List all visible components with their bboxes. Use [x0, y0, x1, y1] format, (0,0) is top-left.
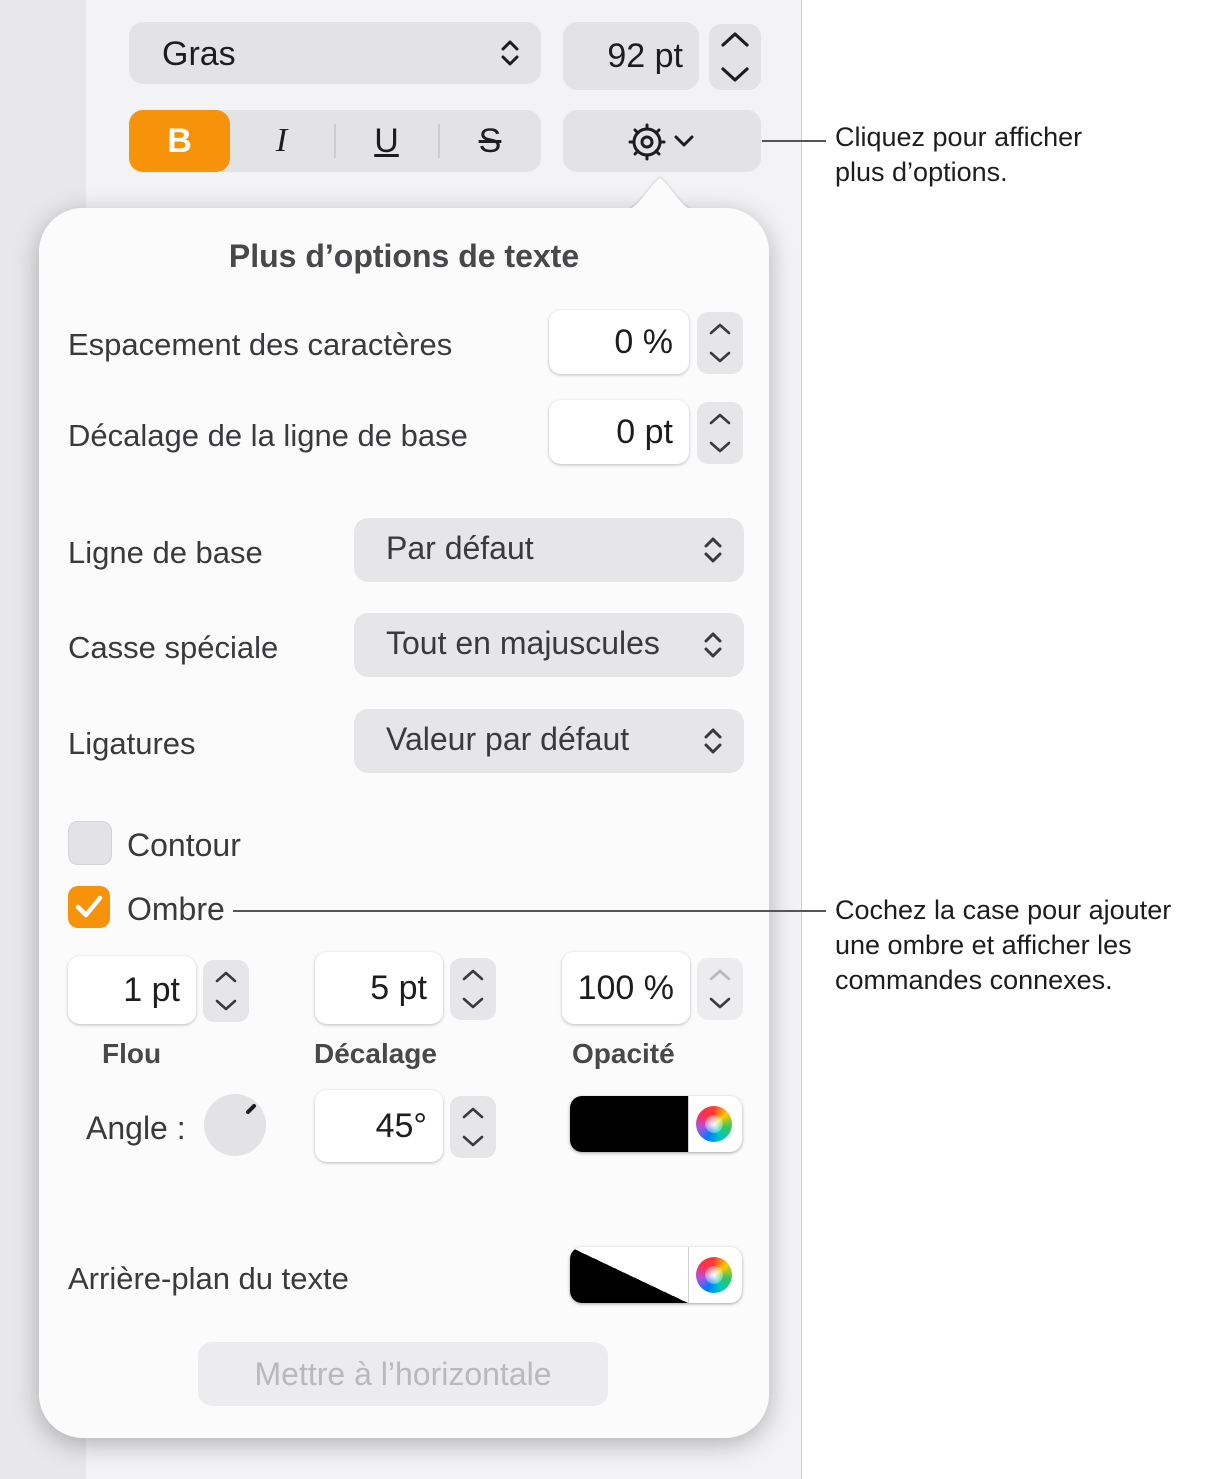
- color-wheel-icon[interactable]: [696, 1257, 732, 1293]
- baseline-shift-stepper[interactable]: [697, 402, 743, 464]
- outline-label: Contour: [127, 827, 241, 863]
- underline-label: U: [374, 121, 399, 160]
- chevron-down-icon: [673, 134, 695, 153]
- shadow-opacity-field[interactable]: 100 %: [562, 952, 690, 1024]
- special-case-value: Tout en majuscules: [386, 625, 660, 661]
- outline-checkbox[interactable]: [68, 821, 112, 865]
- special-case-label: Casse spéciale: [68, 630, 279, 665]
- straighten-button-label: Mettre à l’horizontale: [254, 1356, 552, 1392]
- strikethrough-button[interactable]: S: [439, 110, 541, 172]
- shadow-blur-stepper[interactable]: [203, 960, 249, 1022]
- bold-label: B: [167, 121, 192, 160]
- underline-button[interactable]: U: [335, 110, 438, 172]
- updown-chevron-icon: [702, 628, 724, 662]
- font-size-field[interactable]: 92 pt: [563, 22, 699, 90]
- shadow-blur-label: Flou: [102, 1038, 162, 1069]
- no-fill-swatch[interactable]: [570, 1247, 688, 1303]
- callout-line-shadow: [233, 910, 826, 912]
- color-wheel-icon[interactable]: [696, 1106, 732, 1142]
- char-spacing-value: 0 %: [614, 323, 673, 361]
- baseline-shift-value: 0 pt: [616, 413, 673, 451]
- baseline-value: Par défaut: [386, 530, 534, 566]
- gear-icon: [627, 122, 667, 162]
- shadow-offset-label: Décalage: [314, 1038, 437, 1069]
- font-style-popup[interactable]: Gras: [129, 22, 541, 84]
- shadow-opacity-stepper[interactable]: [697, 958, 743, 1020]
- baseline-shift-field[interactable]: 0 pt: [549, 400, 689, 464]
- shadow-blur-field[interactable]: 1 pt: [68, 956, 196, 1024]
- updown-chevron-icon: [702, 533, 724, 567]
- shadow-opacity-value: 100 %: [577, 969, 674, 1007]
- bold-button[interactable]: B: [129, 110, 230, 172]
- font-size-stepper[interactable]: [709, 24, 761, 90]
- char-spacing-stepper[interactable]: [697, 312, 743, 374]
- ligatures-popup[interactable]: Valeur par défaut: [354, 709, 744, 773]
- char-spacing-field[interactable]: 0 %: [549, 310, 689, 374]
- italic-button[interactable]: I: [230, 110, 333, 172]
- more-text-options-button[interactable]: [563, 110, 761, 172]
- callout-shadow: Cochez la case pour ajouter une ombre et…: [835, 895, 1172, 995]
- updown-chevron-icon: [499, 36, 521, 70]
- shadow-offset-field[interactable]: 5 pt: [315, 952, 443, 1024]
- font-style-value: Gras: [162, 35, 236, 73]
- text-background-color-well[interactable]: [570, 1247, 742, 1303]
- callout-line-options: [762, 140, 826, 142]
- shadow-color-well[interactable]: [570, 1096, 742, 1152]
- shadow-color-swatch[interactable]: [570, 1096, 688, 1152]
- well-divider: [688, 1096, 689, 1152]
- shadow-label: Ombre: [127, 891, 225, 927]
- shadow-blur-value: 1 pt: [123, 971, 180, 1009]
- italic-label: I: [275, 122, 288, 159]
- ligatures-value: Valeur par défaut: [386, 721, 630, 757]
- straighten-button[interactable]: Mettre à l’horizontale: [198, 1342, 608, 1406]
- well-divider: [688, 1247, 689, 1303]
- baseline-popup[interactable]: Par défaut: [354, 518, 744, 582]
- ligatures-label: Ligatures: [68, 726, 196, 761]
- callout-options: Cliquez pour afficher plus d’options.: [835, 122, 1083, 187]
- shadow-offset-stepper[interactable]: [450, 958, 496, 1020]
- baseline-label: Ligne de base: [68, 535, 263, 570]
- checkmark-icon: [75, 895, 103, 918]
- font-size-value: 92 pt: [607, 37, 683, 75]
- shadow-angle-field[interactable]: 45°: [315, 1090, 443, 1162]
- char-spacing-label: Espacement des caractères: [68, 327, 453, 362]
- shadow-opacity-label: Opacité: [572, 1038, 675, 1069]
- updown-chevron-icon: [702, 724, 724, 758]
- text-format-segmented: B I U S: [129, 110, 541, 172]
- shadow-angle-value: 45°: [375, 1107, 427, 1145]
- more-text-options-popover: Plus d’options de texte Espacement des c…: [39, 208, 769, 1438]
- popover-title: Plus d’options de texte: [228, 238, 580, 274]
- shadow-angle-label: Angle :: [86, 1110, 186, 1146]
- shadow-angle-stepper[interactable]: [450, 1096, 496, 1158]
- baseline-shift-label: Décalage de la ligne de base: [68, 418, 468, 453]
- strike-label: S: [478, 121, 502, 160]
- special-case-popup[interactable]: Tout en majuscules: [354, 613, 744, 677]
- angle-dial[interactable]: [204, 1094, 266, 1156]
- shadow-checkbox[interactable]: [68, 886, 110, 928]
- shadow-offset-value: 5 pt: [370, 969, 427, 1007]
- text-background-label: Arrière-plan du texte: [68, 1261, 349, 1296]
- popover-arrow: [620, 178, 700, 212]
